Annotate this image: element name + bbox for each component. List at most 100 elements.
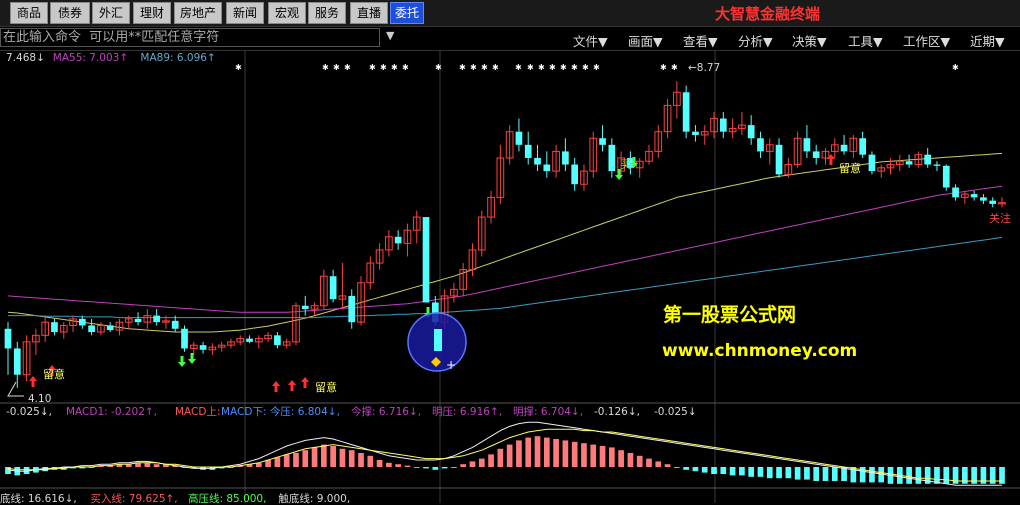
highlight-candle	[434, 329, 442, 351]
nav-button-1[interactable]: 债券	[50, 2, 90, 24]
signal-marker-icon: ✱	[582, 63, 589, 72]
annotation-label: 关注	[989, 211, 1011, 225]
macd-bar	[776, 467, 782, 479]
candle-body	[51, 322, 58, 333]
macd-bar	[915, 467, 922, 484]
candle-body	[106, 325, 114, 331]
signal-marker-icon: ✱	[344, 63, 351, 72]
macd-bar	[739, 467, 745, 476]
macd-bar	[627, 453, 634, 467]
nav-button-5[interactable]: 新闻	[226, 2, 264, 24]
signal-marker-icon: ✱	[593, 63, 600, 72]
menu-item-7[interactable]: 近期▼	[970, 31, 1005, 50]
ma-line-ma55	[7, 152, 1003, 333]
bottom-legend-item: 触底线: 9.000,	[278, 492, 350, 505]
nav-button-9[interactable]: 委托	[390, 2, 424, 24]
signal-marker-icon: ✱	[322, 63, 329, 72]
menu-item-4[interactable]: 决策▼	[792, 31, 827, 50]
candle-body	[88, 325, 95, 333]
menu-item-5[interactable]: 工具▼	[848, 31, 883, 50]
macd-bar	[441, 467, 448, 469]
signal-marker-icon: ✱	[470, 63, 477, 72]
macd-bar	[618, 450, 624, 467]
macd-bar	[423, 467, 429, 469]
up-arrow-icon	[288, 380, 296, 391]
candle-body	[515, 131, 523, 145]
signal-marker-icon: ✱	[481, 63, 488, 72]
signal-marker-icon: ✱	[560, 63, 567, 72]
nav-button-4[interactable]: 房地产	[174, 2, 222, 24]
bottom-legend-item: 买入线: 79.625↑,	[90, 492, 177, 505]
command-input[interactable]	[0, 28, 380, 47]
candle-body	[134, 318, 142, 323]
candle-body	[571, 164, 579, 185]
macd-bar	[813, 467, 820, 481]
signal-marker-icon: ✱	[538, 63, 545, 72]
annotation-label: 留意	[315, 380, 337, 394]
macd-legend-item: -0.025↓	[654, 406, 697, 418]
candle-body	[562, 151, 569, 165]
candle-body	[942, 165, 950, 188]
candle-body	[301, 305, 309, 310]
low-price-label: 4.10	[28, 393, 51, 405]
macd-bar	[664, 464, 671, 467]
candle-body	[199, 345, 207, 350]
macd-bar	[562, 440, 569, 467]
nav-button-7[interactable]: 服务	[308, 2, 346, 24]
macd-bar	[386, 462, 392, 467]
macd-bar	[506, 444, 513, 467]
signal-marker-icon: ✱	[380, 63, 387, 72]
macd-bar	[534, 436, 541, 467]
nav-button-2[interactable]: 外汇	[92, 2, 130, 24]
menu-item-3[interactable]: 分析▼	[738, 31, 773, 50]
macd-bar	[302, 450, 309, 467]
candle-body	[812, 151, 820, 158]
macd-bar	[674, 467, 680, 468]
candle-body	[13, 348, 21, 375]
candle-body	[543, 164, 551, 172]
macd-bar	[543, 437, 550, 467]
macd-bar	[785, 467, 792, 479]
macd-legend-item: -0.126↓,	[594, 406, 640, 418]
signal-marker-icon: ✱	[549, 63, 556, 72]
candle-body	[924, 154, 932, 165]
candle-body	[905, 161, 913, 165]
candle-body	[608, 144, 616, 172]
macd-bar	[516, 440, 522, 467]
menu-item-1[interactable]: 画面▼	[628, 31, 663, 50]
macd-bar	[831, 467, 838, 481]
candle-body	[181, 328, 188, 349]
ma-legend-item: MA89: 6.096↑	[140, 52, 215, 64]
top-nav-bar: 商品 债券 外汇 理财 房地产 新闻 宏观 服务 直播 委托	[0, 0, 1020, 27]
signal-marker-icon: ✱	[952, 63, 959, 72]
macd-bar	[646, 458, 652, 467]
macd-legend-item: 明压: 6.916↑,	[432, 406, 502, 418]
candle-body	[394, 236, 402, 244]
candle-body	[682, 92, 690, 132]
candle-body	[970, 194, 978, 198]
menu-item-0[interactable]: 文件▼	[573, 31, 608, 50]
nav-button-3[interactable]: 理财	[133, 2, 171, 24]
menu-item-2[interactable]: 查看▼	[683, 31, 718, 50]
triangle-down-icon[interactable]: ▼	[386, 29, 394, 42]
candle-body	[747, 125, 755, 139]
menu-item-6[interactable]: 工作区▼	[903, 31, 950, 50]
candle-body	[803, 138, 811, 152]
stock-chart[interactable]: 7.468↓ MA55: 7.003↑ MA89: 6.096↑ ✱ ✱ ✱ ✱ ✱ ✱ ✱ ✱ ✱ ✱…	[0, 51, 1020, 505]
nav-button-0[interactable]: 商品	[10, 2, 48, 24]
up-arrow-icon	[301, 377, 309, 388]
signal-marker-icon: ✱	[333, 63, 340, 72]
macd-bar	[748, 467, 755, 477]
up-arrow-icon	[29, 376, 37, 387]
nav-button-6[interactable]: 宏观	[268, 2, 306, 24]
low-pointer-icon	[7, 381, 24, 397]
macd-bar	[367, 455, 374, 467]
nav-button-8[interactable]: 直播	[350, 2, 388, 24]
macd-bar	[144, 462, 151, 467]
macd-bar	[655, 461, 662, 467]
signal-marker-icon: ✱	[671, 63, 678, 72]
signal-marker-icon: ✱	[402, 63, 409, 72]
macd-bar	[553, 439, 559, 467]
macd-bar	[478, 458, 485, 467]
macd-bar	[469, 461, 476, 467]
